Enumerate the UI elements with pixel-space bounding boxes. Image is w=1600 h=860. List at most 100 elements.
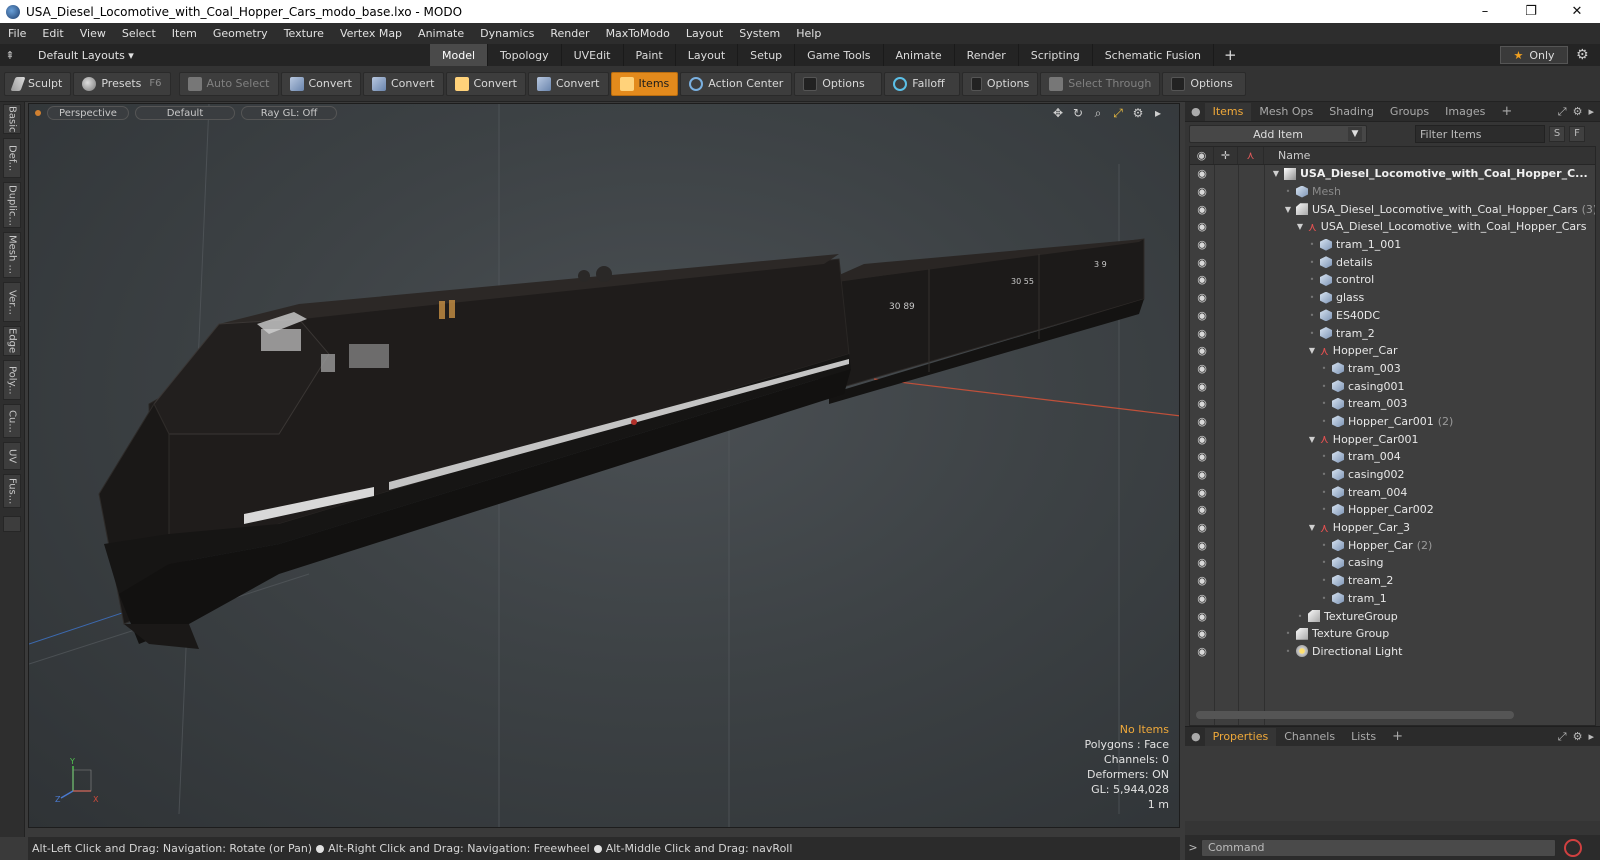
tab-paint[interactable]: Paint — [624, 44, 676, 66]
tree-row[interactable]: ◉ • tream_003 — [1190, 395, 1595, 413]
convert-vertices-button[interactable]: Convert — [280, 71, 361, 96]
visibility-eye-icon[interactable]: ◉ — [1190, 627, 1214, 640]
expand-toggle-icon[interactable]: ▼ — [1282, 205, 1294, 214]
tree-row[interactable]: ◉ • tream_2 — [1190, 572, 1595, 590]
visibility-eye-icon[interactable]: ◉ — [1190, 574, 1214, 587]
panel-menu-dot-icon[interactable]: ● — [1187, 103, 1205, 121]
tree-row[interactable]: ◉ • tram_2 — [1190, 324, 1595, 342]
tab-lists[interactable]: Lists — [1343, 728, 1384, 746]
panel-arrow-icon[interactable]: ▸ — [1588, 105, 1594, 119]
left-tab-edge[interactable]: Edge — [3, 326, 21, 356]
visibility-eye-icon[interactable]: ◉ — [1190, 167, 1214, 180]
left-tab-duplic[interactable]: Duplic... — [3, 182, 21, 228]
pan-icon[interactable]: ✥ — [1051, 106, 1065, 121]
viewport-menu-arrow-icon[interactable]: ▸ — [1151, 106, 1165, 121]
auto-select-button[interactable]: Auto Select — [178, 71, 279, 96]
tree-row[interactable]: ◉ • tram_1 — [1190, 590, 1595, 608]
expand-toggle-icon[interactable]: ▼ — [1270, 169, 1282, 178]
add-layout-tab-button[interactable]: + — [1214, 46, 1247, 64]
visibility-eye-icon[interactable]: ◉ — [1190, 273, 1214, 286]
visibility-eye-icon[interactable]: ◉ — [1190, 380, 1214, 393]
tree-row[interactable]: ◉ ▼ ⋏ Hopper_Car — [1190, 342, 1595, 360]
tree-row[interactable]: ◉ • casing — [1190, 554, 1595, 572]
visibility-eye-icon[interactable]: ◉ — [1190, 220, 1214, 233]
filter-f-button[interactable]: F — [1569, 126, 1585, 142]
menu-help[interactable]: Help — [788, 27, 829, 40]
default-layouts-dropdown[interactable]: Default Layouts ▾ — [20, 49, 430, 62]
visibility-eye-icon[interactable]: ◉ — [1190, 362, 1214, 375]
tab-layout[interactable]: Layout — [676, 44, 739, 66]
convert-materials-button[interactable]: Convert — [528, 71, 609, 96]
tree-row[interactable]: ◉ • details — [1190, 253, 1595, 271]
left-tab-def[interactable]: Def... — [3, 138, 21, 178]
select-through-button[interactable]: Select Through — [1040, 71, 1161, 96]
view-type-selector[interactable]: Perspective — [47, 106, 129, 120]
lock-column-icon[interactable]: ✛ — [1214, 147, 1238, 164]
visibility-eye-icon[interactable]: ◉ — [1190, 256, 1214, 269]
rotate-icon[interactable]: ↻ — [1071, 106, 1085, 121]
action-center-button[interactable]: Action Center — [680, 71, 793, 96]
falloff-button[interactable]: Falloff — [884, 71, 961, 96]
visibility-eye-icon[interactable]: ◉ — [1190, 486, 1214, 499]
tree-row[interactable]: ◉ • casing001 — [1190, 377, 1595, 395]
name-column-header[interactable]: Name — [1264, 149, 1310, 162]
shading-style-selector[interactable]: Default — [135, 106, 235, 120]
tree-row[interactable]: ◉ • tram_1_001 — [1190, 236, 1595, 254]
tab-schematic-fusion[interactable]: Schematic Fusion — [1093, 44, 1215, 66]
tree-row[interactable]: ◉ • control — [1190, 271, 1595, 289]
presets-button[interactable]: Presets F6 — [73, 71, 171, 96]
visibility-eye-icon[interactable]: ◉ — [1190, 450, 1214, 463]
viewport-gear-icon[interactable]: ⚙ — [1131, 106, 1145, 121]
tab-uvedit[interactable]: UVEdit — [562, 44, 624, 66]
filter-s-button[interactable]: S — [1549, 126, 1565, 142]
visibility-eye-icon[interactable]: ◉ — [1190, 344, 1214, 357]
expand-toggle-icon[interactable]: ▼ — [1306, 435, 1318, 444]
left-tab-poly[interactable]: Poly... — [3, 360, 21, 400]
select-through-options-button[interactable]: Options — [1162, 71, 1247, 96]
visibility-eye-icon[interactable]: ◉ — [1190, 415, 1214, 428]
tab-setup[interactable]: Setup — [738, 44, 796, 66]
tree-row[interactable]: ◉ • casing002 — [1190, 466, 1595, 484]
item-list-h-scrollbar[interactable] — [1194, 711, 1591, 721]
tree-row[interactable]: ◉ • Mesh — [1190, 183, 1595, 201]
menu-select[interactable]: Select — [114, 27, 164, 40]
convert-polygons-button[interactable]: Convert — [445, 71, 526, 96]
action-center-options-button[interactable]: Options — [794, 71, 883, 96]
pop-out-icon[interactable]: ⤢ — [1558, 730, 1567, 744]
expand-toggle-icon[interactable]: ▼ — [1306, 523, 1318, 532]
tree-row[interactable]: ◉ • tram_004 — [1190, 448, 1595, 466]
raygl-toggle[interactable]: Ray GL: Off — [241, 106, 337, 120]
tab-groups[interactable]: Groups — [1382, 103, 1437, 121]
3d-viewport[interactable]: 30 89 30 55 3 9 Perspective Default Ray … — [28, 103, 1180, 828]
command-input[interactable]: Command — [1201, 838, 1556, 857]
tab-scripting[interactable]: Scripting — [1019, 44, 1093, 66]
tab-model[interactable]: Model — [430, 44, 489, 66]
add-item-dropdown-icon[interactable]: ▼ — [1348, 127, 1362, 141]
command-history-arrow-icon[interactable]: > — [1185, 841, 1201, 854]
tree-row[interactable]: ◉ • Hopper_Car001 (2) — [1190, 413, 1595, 431]
visibility-eye-icon[interactable]: ◉ — [1190, 521, 1214, 534]
falloff-options-button[interactable]: Options — [962, 71, 1039, 96]
tree-row[interactable]: ◉ ▼ ⋏ USA_Diesel_Locomotive_with_Coal_Hoppe… — [1190, 218, 1595, 236]
maximize-icon[interactable]: ⤢ — [1111, 106, 1125, 121]
visibility-eye-icon[interactable]: ◉ — [1190, 291, 1214, 304]
properties-gear-icon[interactable]: ⚙ — [1573, 730, 1583, 744]
left-tab-cu[interactable]: Cu... — [3, 404, 21, 438]
menu-edit[interactable]: Edit — [34, 27, 71, 40]
menu-file[interactable]: File — [0, 27, 34, 40]
panel-gear-icon[interactable]: ⚙ — [1573, 105, 1583, 119]
tree-row[interactable]: ◉ • Texture Group — [1190, 625, 1595, 643]
tab-topology[interactable]: Topology — [488, 44, 562, 66]
expand-toggle-icon[interactable]: ▼ — [1294, 222, 1306, 231]
pop-out-icon[interactable]: ⤢ — [1558, 105, 1567, 119]
visibility-eye-icon[interactable]: ◉ — [1190, 610, 1214, 623]
filter-items-input[interactable]: Filter Items — [1415, 125, 1545, 143]
close-button[interactable]: ✕ — [1554, 0, 1600, 23]
tree-row[interactable]: ◉ ▼ ⋏ Hopper_Car_3 — [1190, 519, 1595, 537]
visibility-eye-icon[interactable]: ◉ — [1190, 433, 1214, 446]
tree-row[interactable]: ◉ ▼ ⋏ Hopper_Car001 — [1190, 430, 1595, 448]
menu-render[interactable]: Render — [542, 27, 597, 40]
visibility-eye-icon[interactable]: ◉ — [1190, 592, 1214, 605]
add-panel-tab-button[interactable]: + — [1493, 103, 1520, 121]
menu-texture[interactable]: Texture — [276, 27, 332, 40]
